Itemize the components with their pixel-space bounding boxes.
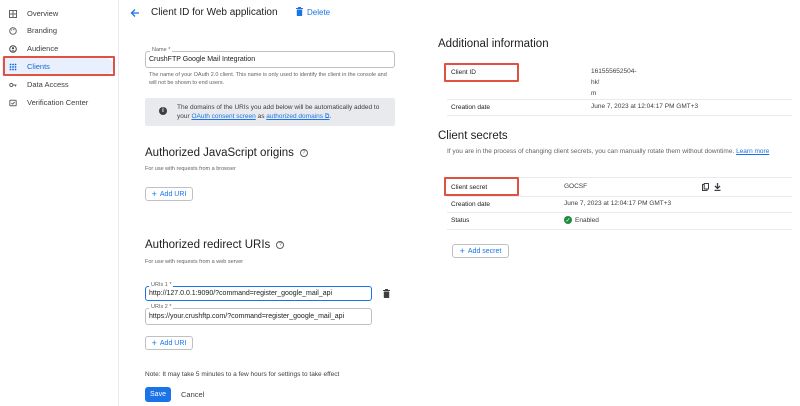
redirect-uri-1-label: URIs 1 * <box>149 282 174 288</box>
key-icon <box>8 80 17 89</box>
client-secrets-title: Client secrets <box>438 130 508 142</box>
verified-icon <box>8 98 17 107</box>
status-value: Enabled <box>575 216 599 224</box>
divider <box>447 212 792 213</box>
sidebar-item-overview[interactable]: Overview <box>0 5 119 22</box>
redirect-uri-2-value: https://your.crushftp.com/?command=regis… <box>149 313 345 320</box>
learn-more-link[interactable]: Learn more <box>736 148 769 155</box>
client-secrets-desc-text: If you are in the process of changing cl… <box>447 148 735 155</box>
sidebar-item-data-access[interactable]: Data Access <box>0 76 119 93</box>
divider <box>447 196 792 197</box>
redirect-uri-1-value: http://127.0.0.1:9090/?command=register_… <box>149 290 333 297</box>
delete-label: Delete <box>307 8 331 17</box>
status-badge: ✓ Enabled <box>564 216 599 224</box>
redirect-uri-2-label: URIs 2 * <box>149 304 174 310</box>
info-icon: i <box>159 107 167 115</box>
creation-date-value: June 7, 2023 at 12:04:17 PM GMT+3 <box>591 103 699 110</box>
plus-icon: + <box>459 245 465 256</box>
additional-info-title: Additional information <box>438 38 549 50</box>
sidebar-item-label: Data Access <box>27 80 69 89</box>
add-secret-button[interactable]: + Add secret <box>452 244 509 258</box>
name-field-value: CrushFTP Google Mail Integration <box>149 56 256 63</box>
plus-icon: + <box>151 337 157 348</box>
delete-button[interactable]: Delete <box>296 7 330 18</box>
add-uri-label: Add URI <box>159 190 187 198</box>
add-redirect-uri-button[interactable]: + Add URI <box>145 336 193 350</box>
settings-note: Note: It may take 5 minutes to a few hou… <box>145 371 340 378</box>
sidebar-item-branding[interactable]: Branding <box>0 22 119 39</box>
name-field-label: Name * <box>150 47 173 53</box>
sidebar-item-label: Verification Center <box>27 98 89 107</box>
name-field-help: The name of your OAuth 2.0 client. This … <box>149 72 387 86</box>
js-origins-title-text: Authorized JavaScript origins <box>145 147 294 159</box>
sidebar-item-audience[interactable]: Audience <box>0 40 119 57</box>
overview-grid-icon <box>8 9 17 18</box>
add-js-origin-button[interactable]: + Add URI <box>145 187 193 201</box>
sidebar-item-label: Branding <box>27 26 58 35</box>
client-id-label: Client ID <box>451 69 476 76</box>
back-arrow-icon[interactable] <box>128 6 142 20</box>
add-uri-label: Add URI <box>159 339 187 347</box>
divider <box>447 115 792 116</box>
palette-icon <box>8 26 17 35</box>
client-secret-label: Client secret <box>451 184 488 191</box>
save-button[interactable]: Save <box>145 387 171 402</box>
clients-grid-icon <box>8 62 17 71</box>
add-secret-label: Add secret <box>467 247 502 255</box>
sidebar-item-label: Audience <box>27 44 59 53</box>
client-id-line-1: 161555652504- <box>591 68 637 75</box>
redirect-uris-subtitle: For use with requests from a web server <box>145 259 244 265</box>
info-text: The domains of the URIs you add below wi… <box>177 103 389 121</box>
help-icon[interactable]: ? <box>299 148 308 157</box>
redirect-uris-title-text: Authorized redirect URIs <box>145 239 271 251</box>
divider <box>447 177 792 178</box>
sidebar-item-verification-center[interactable]: Verification Center <box>0 94 119 111</box>
copy-icon[interactable] <box>702 183 710 193</box>
secret-actions <box>702 183 721 193</box>
divider <box>447 229 792 230</box>
sidebar: Overview Branding Audience Clients Data … <box>0 0 119 406</box>
sidebar-item-label: Overview <box>27 9 59 18</box>
client-secrets-desc: If you are in the process of changing cl… <box>447 148 769 155</box>
client-id-line-3: m <box>591 90 597 97</box>
help-icon[interactable]: ? <box>276 240 285 249</box>
sidebar-item-label: Clients <box>27 62 50 71</box>
info-box: i The domains of the URIs you add below … <box>145 98 395 126</box>
sidebar-item-clients[interactable]: Clients <box>2 58 114 75</box>
authorized-domains-link[interactable]: authorized domains <box>266 113 323 120</box>
delete-uri-icon[interactable] <box>382 288 391 298</box>
person-icon <box>8 44 17 53</box>
creation-date-label: Creation date <box>451 104 491 111</box>
redirect-uris-title: Authorized redirect URIs? <box>145 239 285 251</box>
js-origins-title: Authorized JavaScript origins? <box>145 147 308 159</box>
client-id-line-2: hk! <box>591 79 600 86</box>
divider <box>447 99 792 100</box>
check-circle-icon: ✓ <box>564 216 572 224</box>
oauth-consent-link[interactable]: OAuth consent screen <box>191 113 255 120</box>
client-secret-value: GOCSF <box>564 183 588 190</box>
secret-creation-label: Creation date <box>451 201 491 208</box>
page-title: Client ID for Web application <box>151 7 278 18</box>
info-text-part: . <box>329 113 332 120</box>
cancel-button[interactable]: Cancel <box>181 390 204 399</box>
info-text-part: as <box>255 113 267 120</box>
status-label: Status <box>451 217 470 224</box>
download-icon[interactable] <box>714 183 721 193</box>
plus-icon: + <box>151 188 157 199</box>
trash-icon <box>296 7 303 18</box>
js-origins-subtitle: For use with requests from a browser <box>145 166 236 172</box>
secret-creation-value: June 7, 2023 at 12:04:17 PM GMT+3 <box>564 200 672 207</box>
